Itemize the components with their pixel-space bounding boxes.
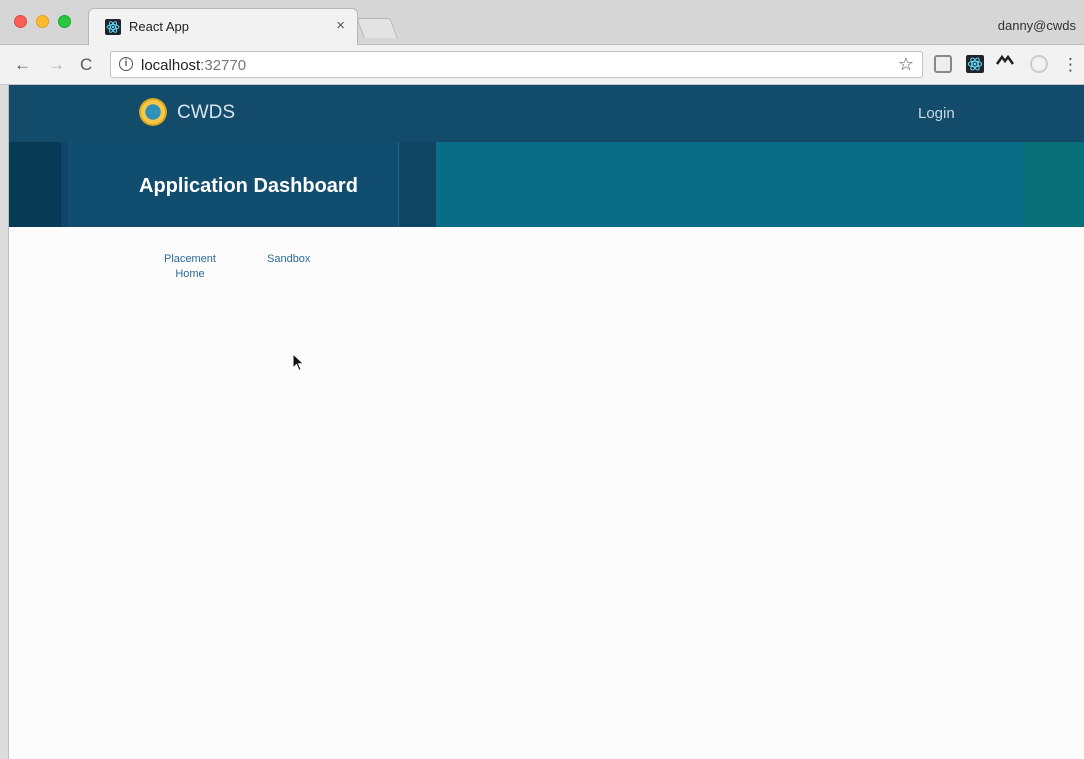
sandbox-link[interactable]: Sandbox <box>267 252 310 267</box>
profile-name[interactable]: danny@cwds <box>998 18 1076 33</box>
maximize-window-button[interactable] <box>58 15 71 28</box>
header-left-strip <box>9 142 61 227</box>
dashboard-header: Application Dashboard <box>9 142 1084 227</box>
react-devtools-icon[interactable] <box>966 55 984 73</box>
browser-menu-icon[interactable]: ⋮ <box>1062 55 1079 75</box>
url-port: :32770 <box>200 57 247 74</box>
forward-arrow-icon[interactable]: → <box>48 55 65 75</box>
login-link[interactable]: Login <box>918 105 955 122</box>
circle-extension-icon[interactable] <box>1030 55 1048 73</box>
minimize-window-button[interactable] <box>36 15 49 28</box>
header-right-strip <box>1024 142 1084 227</box>
caret-extension-icon[interactable] <box>995 53 1015 71</box>
url-host: localhost <box>141 57 201 74</box>
placement-home-link[interactable]: Placement Home <box>161 252 219 282</box>
back-arrow-icon[interactable]: ← <box>14 55 31 75</box>
tab-title: React App <box>129 19 189 34</box>
address-bar[interactable]: i localhost:32770 ☆ <box>110 51 923 78</box>
header-teal-panel <box>436 142 1024 227</box>
cwds-logo-icon[interactable] <box>139 98 167 126</box>
brand-name[interactable]: CWDS <box>177 102 235 124</box>
square-extension-icon[interactable] <box>934 55 952 73</box>
header-gap <box>399 142 436 227</box>
page-title: Application Dashboard <box>139 175 358 197</box>
browser-toolbar: ← → C i localhost:32770 ☆ ⋮ <box>0 45 1084 85</box>
placement-link-line2: Home <box>175 268 205 280</box>
app-navbar: CWDS Login <box>9 85 1084 142</box>
bookmark-star-icon[interactable]: ☆ <box>898 54 914 75</box>
browser-tab-bar: React App × danny@cwds <box>0 0 1084 45</box>
tab-close-icon[interactable]: × <box>336 17 345 34</box>
mouse-pointer-icon <box>292 353 305 372</box>
info-icon[interactable]: i <box>119 57 133 71</box>
new-tab-button[interactable] <box>356 18 398 38</box>
reload-icon[interactable]: C <box>80 55 92 75</box>
url-text[interactable]: localhost:32770 <box>141 57 246 74</box>
page-viewport: CWDS Login Application Dashboard Placeme… <box>8 85 1084 759</box>
browser-tab-active[interactable]: React App × <box>88 8 358 45</box>
close-window-button[interactable] <box>14 15 27 28</box>
react-favicon-icon <box>105 19 121 35</box>
placement-link-line1: Placement <box>164 253 216 265</box>
